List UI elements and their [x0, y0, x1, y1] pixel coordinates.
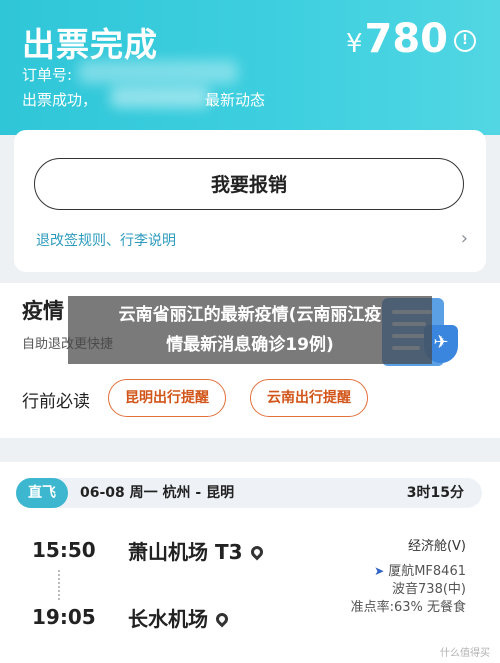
- departure-time: 15:50: [32, 538, 96, 562]
- reimburse-button[interactable]: 我要报销: [34, 158, 464, 210]
- punctuality-meal: 准点率:63% 无餐食: [350, 600, 466, 615]
- status-text: 出票成功，: [22, 91, 98, 109]
- watermark: 什么值得买: [440, 648, 490, 659]
- cabin-class: 经济舱(V): [407, 539, 466, 554]
- policy-title: 疫情: [22, 299, 64, 323]
- info-icon[interactable]: !: [454, 30, 476, 52]
- flight-details: 经济舱(V) ➤ 厦航MF8461 波音738(中) 准点率:63% 无餐食: [351, 538, 466, 617]
- location-pin-icon[interactable]: [213, 610, 231, 628]
- yunnan-travel-tip-button[interactable]: 云南出行提醒: [250, 379, 368, 417]
- order-number: 订单号:: [22, 66, 73, 84]
- airline-logo-icon: ➤: [374, 564, 385, 578]
- route-info: 06-08 周一 杭州 - 昆明: [80, 485, 235, 501]
- arrival-time: 19:05: [32, 605, 96, 629]
- caption-overlay: 云南省丽江的最新疫情(云南丽江疫 情最新消息确诊19例): [68, 296, 432, 364]
- departure-airport[interactable]: 萧山机场 T3: [128, 536, 266, 565]
- price-value: 780: [364, 16, 449, 62]
- flight-card[interactable]: 直飞 06-08 周一 杭州 - 昆明 3时15分 15:50 萧山机场 T3 …: [0, 462, 500, 663]
- direct-flight-badge: 直飞: [16, 478, 68, 508]
- price-currency: ¥: [345, 29, 363, 59]
- departure-airport-name: 萧山机场 T3: [128, 540, 243, 564]
- chevron-right-icon[interactable]: ›: [461, 228, 468, 249]
- aircraft-type: 波音738(中): [392, 582, 466, 597]
- airline-row: ➤ 厦航MF8461: [351, 562, 466, 581]
- status-redacted: [110, 86, 210, 108]
- price: ¥780: [346, 16, 448, 62]
- route-bar: 直飞 06-08 周一 杭州 - 昆明 3时15分: [16, 478, 482, 508]
- rules-link[interactable]: 退改签规则、行李说明: [36, 230, 176, 250]
- order-number-redacted: [78, 60, 238, 84]
- must-read-label: 行前必读: [22, 392, 90, 412]
- arrival-airport[interactable]: 长水机场: [128, 603, 231, 632]
- route-connector: [58, 570, 62, 600]
- reimburse-card: 我要报销 退改签规则、行李说明 ›: [14, 130, 486, 272]
- arrival-airport-name: 长水机场: [128, 607, 208, 631]
- page-title: 出票完成: [22, 25, 158, 64]
- order-header: 出票完成 ¥780 ! 订单号: 出票成功， 最新动态: [0, 0, 500, 135]
- status-latest: 最新动态: [205, 91, 266, 109]
- caption-line-1: 云南省丽江的最新疫情(云南丽江疫: [118, 305, 382, 325]
- kunming-travel-tip-button[interactable]: 昆明出行提醒: [108, 379, 226, 417]
- location-pin-icon[interactable]: [248, 543, 266, 561]
- flight-duration: 3时15分: [406, 485, 464, 501]
- airline-flight-number: 厦航MF8461: [388, 564, 466, 579]
- caption-line-2: 情最新消息确诊19例): [166, 335, 334, 355]
